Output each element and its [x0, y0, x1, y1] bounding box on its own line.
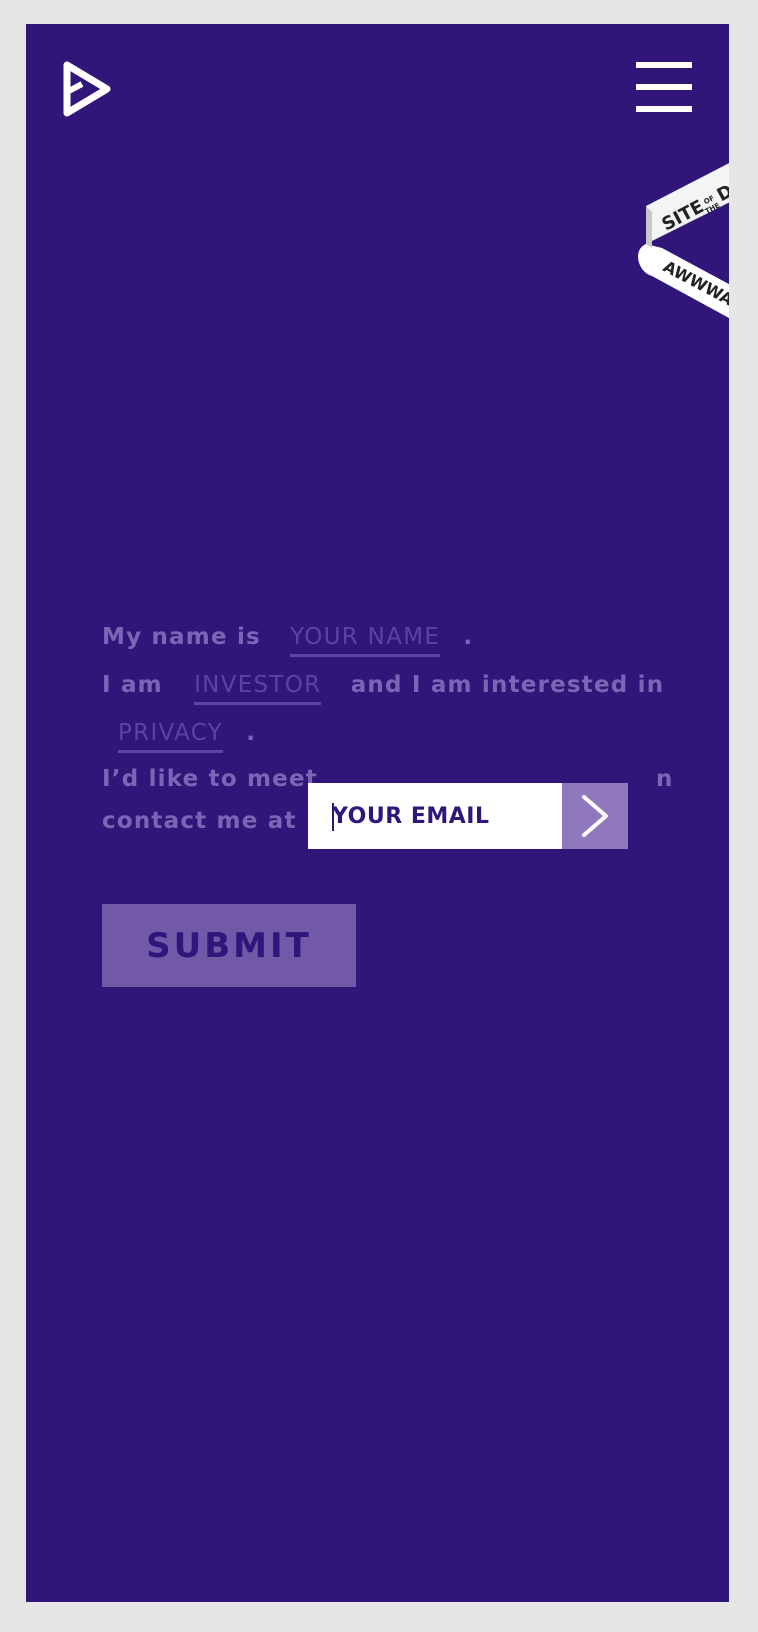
- name-period: .: [463, 624, 474, 650]
- interest-period: .: [246, 720, 257, 746]
- play-logo-icon[interactable]: [62, 60, 112, 118]
- contact-label: contact me at: [102, 808, 297, 834]
- meet-line-tail: n: [656, 766, 674, 792]
- role-select[interactable]: INVESTOR: [194, 672, 322, 705]
- name-line: My name is YOUR NAME .: [102, 624, 473, 657]
- role-label: I am: [102, 672, 163, 698]
- text-caret: [332, 803, 334, 831]
- chevron-right-icon: [582, 795, 608, 837]
- interest-label: and I am interested in: [350, 672, 665, 698]
- role-line: I am INVESTOR and I am interested in: [102, 672, 664, 705]
- email-input[interactable]: YOUR EMAIL: [308, 783, 562, 849]
- email-submit-button[interactable]: [562, 783, 628, 849]
- awwwards-site-of-the-day-badge[interactable]: SITEOFTHEDAY AWWWARDS: [632, 136, 729, 336]
- email-placeholder: YOUR EMAIL: [332, 803, 490, 829]
- interest-line: PRIVACY .: [102, 720, 256, 753]
- meet-line: I’d like to meet: [102, 766, 318, 792]
- interest-select[interactable]: PRIVACY: [118, 720, 224, 753]
- name-label: My name is: [102, 624, 261, 650]
- name-input[interactable]: YOUR NAME: [290, 624, 441, 657]
- page-frame: SITEOFTHEDAY AWWWARDS My name is YOUR NA…: [26, 24, 729, 1602]
- email-popup: YOUR EMAIL: [308, 783, 628, 849]
- meet-label: I’d like to meet: [102, 766, 318, 792]
- submit-button[interactable]: SUBMIT: [102, 904, 356, 987]
- contact-line: contact me at: [102, 808, 297, 834]
- hamburger-menu-icon[interactable]: [636, 62, 694, 112]
